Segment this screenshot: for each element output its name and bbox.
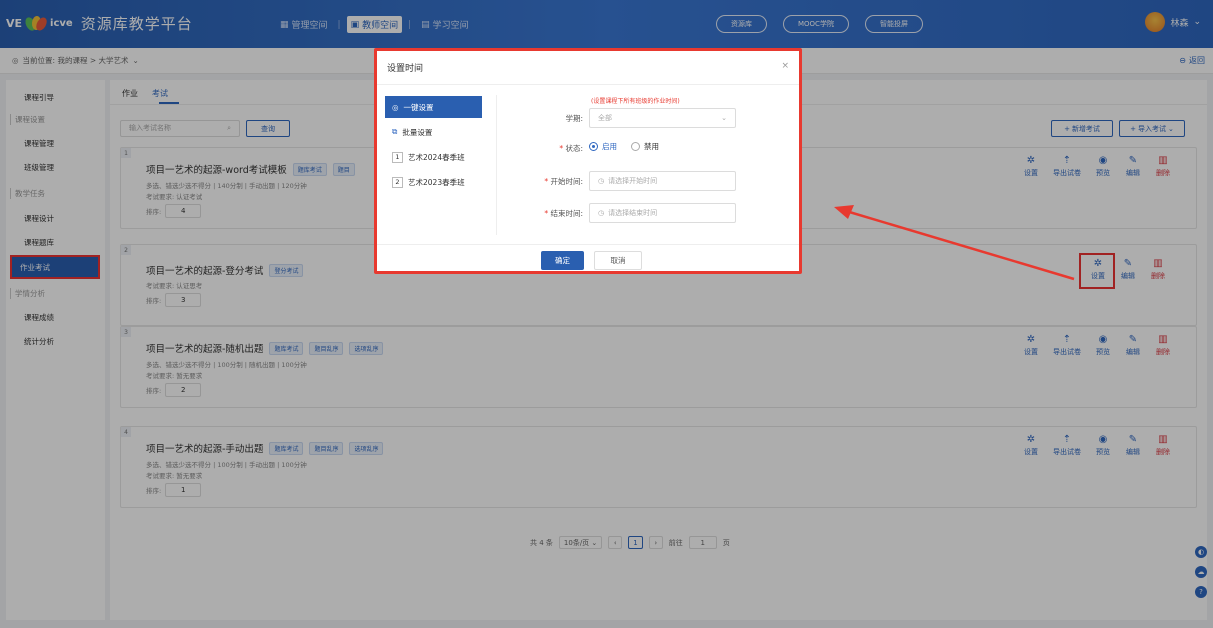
term-select[interactable]: 全部 ⌄ bbox=[589, 108, 736, 128]
start-placeholder: 请选择开始时间 bbox=[608, 177, 658, 185]
side-label: 艺术2024春季班 bbox=[408, 152, 465, 162]
end-time-picker[interactable]: ◷ 请选择结束时间 bbox=[589, 203, 736, 223]
radio-checked-icon bbox=[589, 142, 598, 151]
status-enable-radio[interactable]: 启用 bbox=[589, 141, 617, 152]
radio-label: 启用 bbox=[602, 142, 617, 151]
dialog-footer-divider bbox=[377, 244, 799, 245]
class-tab-2024-spring[interactable]: 1 艺术2024春季班 bbox=[385, 146, 482, 168]
class-index: 1 bbox=[392, 151, 403, 163]
class-tab-2023-spring[interactable]: 2 艺术2023春季班 bbox=[385, 171, 482, 193]
term-label-text: 学期: bbox=[565, 114, 583, 123]
one-click-setting-tab[interactable]: ◎ 一键设置 bbox=[385, 96, 482, 118]
close-icon[interactable]: × bbox=[781, 61, 789, 71]
side-label: 艺术2023春季班 bbox=[408, 177, 465, 187]
status-radio-group: 启用 禁用 bbox=[589, 141, 659, 152]
status-disable-radio[interactable]: 禁用 bbox=[631, 141, 659, 152]
status-label: * 状态: bbox=[559, 144, 583, 153]
batch-setting-tab[interactable]: ⧉ 批量设置 bbox=[385, 121, 482, 143]
radio-label: 禁用 bbox=[644, 142, 659, 151]
end-placeholder: 请选择结束时间 bbox=[608, 209, 658, 217]
class-index: 2 bbox=[392, 176, 403, 188]
dialog-divider bbox=[496, 95, 497, 235]
start-time-label: * 开始时间: bbox=[544, 177, 583, 186]
side-label: 一键设置 bbox=[403, 102, 434, 112]
term-label: 学期: bbox=[513, 113, 583, 124]
start-label-text: 开始时间: bbox=[550, 177, 583, 186]
target-icon: ◎ bbox=[392, 102, 399, 112]
annotation-arrow bbox=[834, 205, 1075, 281]
status-label-text: 状态: bbox=[565, 144, 583, 153]
dialog-title: 设置时间 bbox=[377, 51, 799, 85]
chevron-down-icon: ⌄ bbox=[721, 114, 727, 122]
side-label: 批量设置 bbox=[402, 127, 433, 137]
set-time-dialog: 设置时间 × ◎ 一键设置 ⧉ 批量设置 1 艺术2024春季班 2 艺术202… bbox=[374, 48, 802, 274]
confirm-button[interactable]: 确定 bbox=[541, 251, 584, 270]
radio-unchecked-icon bbox=[631, 142, 640, 151]
clock-icon: ◷ bbox=[598, 209, 605, 217]
batch-icon: ⧉ bbox=[392, 127, 398, 136]
term-value: 全部 bbox=[598, 114, 612, 122]
dialog-hint: (设置课程下所有班级的作业时间) bbox=[591, 98, 680, 105]
dialog-side-menu: ◎ 一键设置 ⧉ 批量设置 1 艺术2024春季班 2 艺术2023春季班 bbox=[385, 96, 482, 196]
end-time-label: * 结束时间: bbox=[544, 209, 583, 218]
clock-icon: ◷ bbox=[598, 177, 605, 185]
start-time-picker[interactable]: ◷ 请选择开始时间 bbox=[589, 171, 736, 191]
cancel-button[interactable]: 取消 bbox=[594, 251, 642, 270]
end-label-text: 结束时间: bbox=[550, 209, 583, 218]
